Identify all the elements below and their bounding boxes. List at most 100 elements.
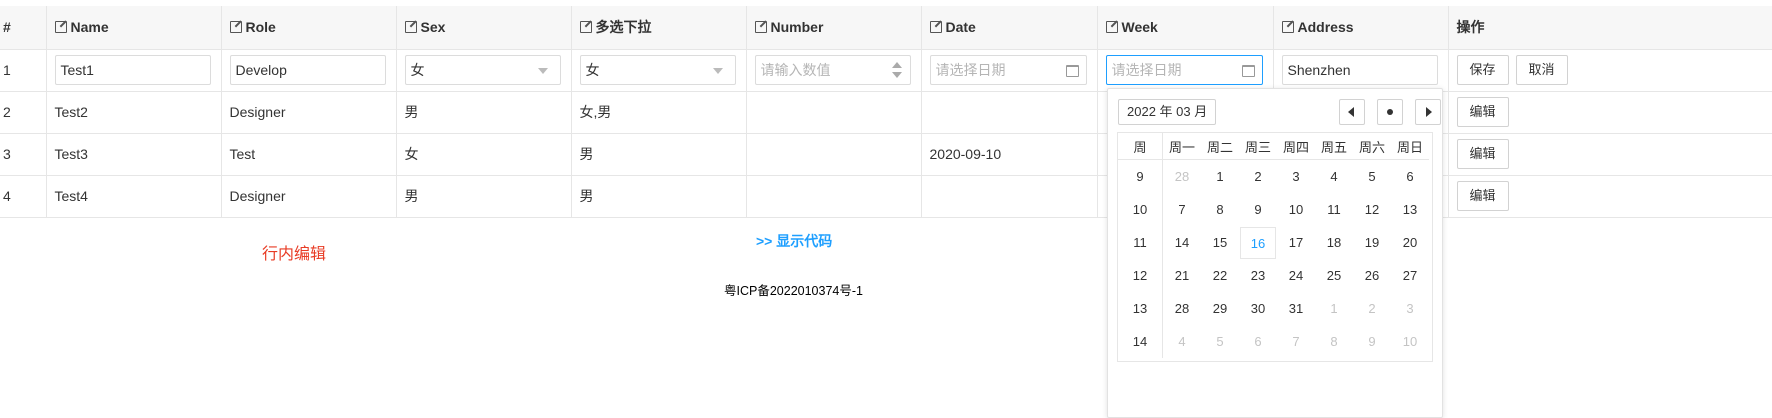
calendar-day[interactable]: 14 [1163,226,1202,259]
calendar-day[interactable]: 8 [1315,325,1353,358]
col-header-week[interactable]: Week [1097,6,1274,50]
calendar-day[interactable]: 27 [1391,259,1429,292]
calendar-day[interactable]: 29 [1201,292,1239,325]
calendar-week-row: 9 28 1 2 3 4 5 6 [1118,159,1429,194]
calendar-day[interactable]: 28 [1163,292,1202,325]
calendar-day[interactable]: 21 [1163,259,1202,292]
col-header-address[interactable]: Address [1273,6,1449,50]
save-button[interactable]: 保存 [1456,55,1509,85]
calendar-day[interactable]: 23 [1239,259,1277,292]
data-table: # Name Role Sex 多选下拉 Number Date Week Ad… [0,6,1772,218]
calendar-day[interactable]: 19 [1353,226,1391,259]
table-row: 4 Test4 Designer 男 男 编辑 [0,175,1772,218]
cell-multi: 女,男 [571,91,747,134]
edit-icon [579,21,592,34]
calendar-day[interactable]: 5 [1353,160,1391,194]
col-header-name[interactable]: Name [46,6,222,50]
next-month-button[interactable] [1415,99,1441,125]
calendar-day[interactable]: 2 [1239,160,1277,194]
weekday-header: 周四 [1277,133,1315,160]
calendar-day[interactable]: 6 [1391,160,1429,194]
calendar-day[interactable]: 26 [1353,259,1391,292]
calendar-day[interactable]: 5 [1201,325,1239,358]
number-input[interactable]: 请输入数值 [754,55,911,85]
calendar-week-row: 12 21 22 23 24 25 26 27 [1118,259,1429,292]
edit-button[interactable]: 编辑 [1456,139,1509,169]
week-number: 12 [1118,259,1163,292]
edit-icon [229,21,242,34]
month-selector[interactable]: 2022 年 03 月 [1118,99,1217,125]
calendar-day[interactable]: 31 [1277,292,1315,325]
calendar-day[interactable]: 6 [1239,325,1277,358]
calendar-day[interactable]: 24 [1277,259,1315,292]
calendar-day[interactable]: 7 [1163,193,1202,226]
calendar-day[interactable]: 1 [1201,160,1239,194]
number-stepper[interactable] [891,62,902,82]
calendar-day[interactable]: 3 [1277,160,1315,194]
edit-icon [754,21,767,34]
calendar-day[interactable]: 28 [1163,160,1202,194]
week-input[interactable]: 请选择日期 [1105,55,1263,85]
chevron-down-icon [712,68,723,74]
cell-sex: 男 [396,91,572,134]
calendar-day-today[interactable]: 16 [1239,226,1277,259]
week-number: 11 [1118,226,1163,259]
col-header-sex[interactable]: Sex [396,6,572,50]
cell-role: Designer [221,91,397,134]
cell-role: Designer [221,175,397,218]
calendar-day[interactable]: 13 [1391,193,1429,226]
calendar-day[interactable]: 4 [1163,325,1202,358]
cell-date [921,175,1098,218]
calendar-week-row: 11 14 15 16 17 18 19 20 [1118,226,1429,259]
role-input[interactable]: Develop [229,55,386,85]
arrow-up-icon [891,62,902,68]
col-header-date[interactable]: Date [921,6,1098,50]
sex-select[interactable]: 女 [404,55,561,85]
cell-number [746,133,922,176]
weekday-header: 周二 [1201,133,1239,160]
calendar-day[interactable]: 7 [1277,325,1315,358]
calendar-week-row: 13 28 29 30 31 1 2 3 [1118,292,1429,325]
calendar-day[interactable]: 10 [1277,193,1315,226]
calendar-day[interactable]: 30 [1239,292,1277,325]
calendar-day[interactable]: 20 [1391,226,1429,259]
week-number: 13 [1118,292,1163,325]
col-header-multi[interactable]: 多选下拉 [571,6,747,50]
calendar-day[interactable]: 1 [1315,292,1353,325]
cell-index: 3 [0,133,47,176]
calendar-day[interactable]: 18 [1315,226,1353,259]
col-header-number[interactable]: Number [746,6,922,50]
edit-button[interactable]: 编辑 [1456,97,1509,127]
calendar-day[interactable]: 25 [1315,259,1353,292]
calendar-day[interactable]: 17 [1277,226,1315,259]
multi-select[interactable]: 女 [579,55,736,85]
weekday-header: 周五 [1315,133,1353,160]
header-row: # Name Role Sex 多选下拉 Number Date Week Ad… [0,6,1772,50]
calendar-day[interactable]: 9 [1239,193,1277,226]
calendar-day[interactable]: 3 [1391,292,1429,325]
icp-footer[interactable]: 粤ICP备2022010374号-1 [724,280,863,299]
today-button[interactable] [1377,99,1403,125]
calendar-day[interactable]: 4 [1315,160,1353,194]
address-input[interactable]: Shenzhen [1281,55,1438,85]
cell-role: Test [221,133,397,176]
calendar-day[interactable]: 12 [1353,193,1391,226]
calendar-day[interactable]: 11 [1315,193,1353,226]
calendar-icon [1065,65,1079,77]
cell-name: Test3 [46,133,222,176]
prev-month-button[interactable] [1339,99,1365,125]
name-input[interactable]: Test1 [54,55,211,85]
calendar-day[interactable]: 10 [1391,325,1429,358]
col-header-role[interactable]: Role [221,6,397,50]
calendar-day[interactable]: 8 [1201,193,1239,226]
edit-button[interactable]: 编辑 [1456,181,1509,211]
show-code-link[interactable]: >> 显示代码 [756,231,832,251]
calendar-day[interactable]: 9 [1353,325,1391,358]
calendar-grid: 周周一 周二 周三 周四 周五 周六 周日 9 28 1 2 3 4 5 6 10 7 8 9 10 11 12 13 11… [1118,133,1429,358]
calendar-day[interactable]: 22 [1201,259,1239,292]
picker-header: 2022 年 03 月 [1118,99,1441,125]
date-input[interactable]: 请选择日期 [929,55,1087,85]
calendar-day[interactable]: 15 [1201,226,1239,259]
cancel-button[interactable]: 取消 [1515,55,1568,85]
calendar-day[interactable]: 2 [1353,292,1391,325]
